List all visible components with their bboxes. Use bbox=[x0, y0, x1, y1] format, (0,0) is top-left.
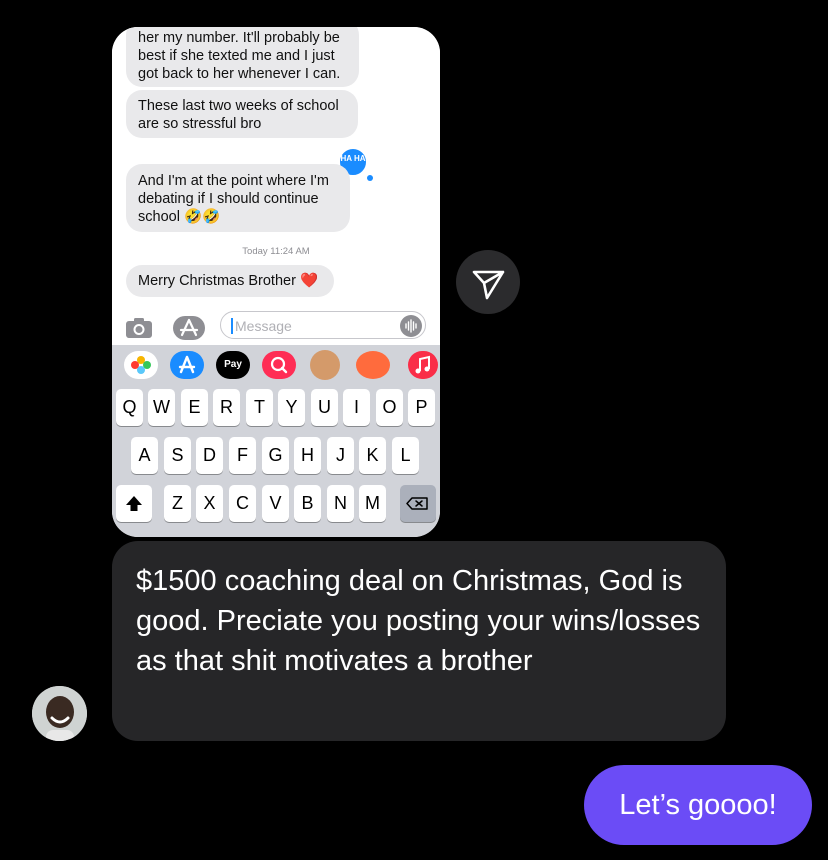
key-v[interactable]: V bbox=[262, 485, 289, 522]
key-g[interactable]: G bbox=[262, 437, 289, 474]
shared-screenshot[interactable]: her my number. It'll probably be best if… bbox=[112, 27, 440, 537]
imessage-thread: her my number. It'll probably be best if… bbox=[112, 27, 440, 327]
key-m[interactable]: M bbox=[359, 485, 386, 522]
text-cursor bbox=[231, 318, 233, 334]
imessage-app-strip: Pay bbox=[112, 345, 440, 385]
outgoing-message-bubble[interactable]: Let’s goooo! bbox=[584, 765, 812, 845]
key-l[interactable]: L bbox=[392, 437, 419, 474]
search-images-icon[interactable] bbox=[262, 351, 296, 379]
key-d[interactable]: D bbox=[196, 437, 223, 474]
imessage-bubble: Merry Christmas Brother ❤️ bbox=[126, 265, 334, 297]
key-f[interactable]: F bbox=[229, 437, 256, 474]
key-x[interactable]: X bbox=[196, 485, 223, 522]
imessage-bubble: And I'm at the point where I'm debating … bbox=[126, 164, 350, 232]
key-h[interactable]: H bbox=[294, 437, 321, 474]
key-n[interactable]: N bbox=[327, 485, 354, 522]
key-p[interactable]: P bbox=[408, 389, 435, 426]
apple-pay-label: Pay bbox=[224, 359, 242, 370]
photos-icon[interactable] bbox=[124, 351, 158, 379]
app-store-icon[interactable] bbox=[170, 351, 204, 379]
send-icon bbox=[456, 270, 520, 318]
ios-keyboard: Pay Q W E R T Y U I O P A S D F G H J K … bbox=[112, 345, 440, 537]
tapback-tail bbox=[367, 175, 373, 181]
key-i[interactable]: I bbox=[343, 389, 370, 426]
message-placeholder: Message bbox=[235, 318, 292, 334]
send-button[interactable] bbox=[456, 250, 520, 314]
apple-pay-icon[interactable]: Pay bbox=[216, 351, 250, 379]
incoming-message-bubble[interactable]: $1500 coaching deal on Christmas, God is… bbox=[112, 541, 726, 741]
avatar[interactable] bbox=[32, 686, 87, 741]
key-k[interactable]: K bbox=[359, 437, 386, 474]
app-store-icon bbox=[172, 315, 205, 341]
key-e[interactable]: E bbox=[181, 389, 208, 426]
memoji-stickers-icon[interactable] bbox=[356, 351, 390, 379]
key-z[interactable]: Z bbox=[164, 485, 191, 522]
imessage-input-bar: Message bbox=[112, 309, 440, 347]
imessage-bubble: These last two weeks of school are so st… bbox=[126, 90, 358, 138]
key-j[interactable]: J bbox=[327, 437, 354, 474]
key-o[interactable]: O bbox=[376, 389, 403, 426]
imessage-bubble: her my number. It'll probably be best if… bbox=[126, 27, 359, 87]
key-a[interactable]: A bbox=[131, 437, 158, 474]
key-r[interactable]: R bbox=[213, 389, 240, 426]
key-t[interactable]: T bbox=[246, 389, 273, 426]
message-timestamp: Today 11:24 AM bbox=[242, 246, 310, 257]
key-w[interactable]: W bbox=[148, 389, 175, 426]
key-b[interactable]: B bbox=[294, 485, 321, 522]
key-s[interactable]: S bbox=[164, 437, 191, 474]
key-u[interactable]: U bbox=[311, 389, 338, 426]
backspace-icon[interactable] bbox=[400, 485, 436, 522]
music-icon[interactable] bbox=[408, 351, 438, 379]
key-y[interactable]: Y bbox=[278, 389, 305, 426]
camera-icon bbox=[124, 315, 154, 341]
memoji-icon[interactable] bbox=[310, 350, 340, 380]
key-c[interactable]: C bbox=[229, 485, 256, 522]
mic-waveform-icon[interactable] bbox=[400, 315, 422, 337]
message-input[interactable]: Message bbox=[220, 311, 426, 339]
key-q[interactable]: Q bbox=[116, 389, 143, 426]
shift-icon[interactable] bbox=[116, 485, 152, 522]
